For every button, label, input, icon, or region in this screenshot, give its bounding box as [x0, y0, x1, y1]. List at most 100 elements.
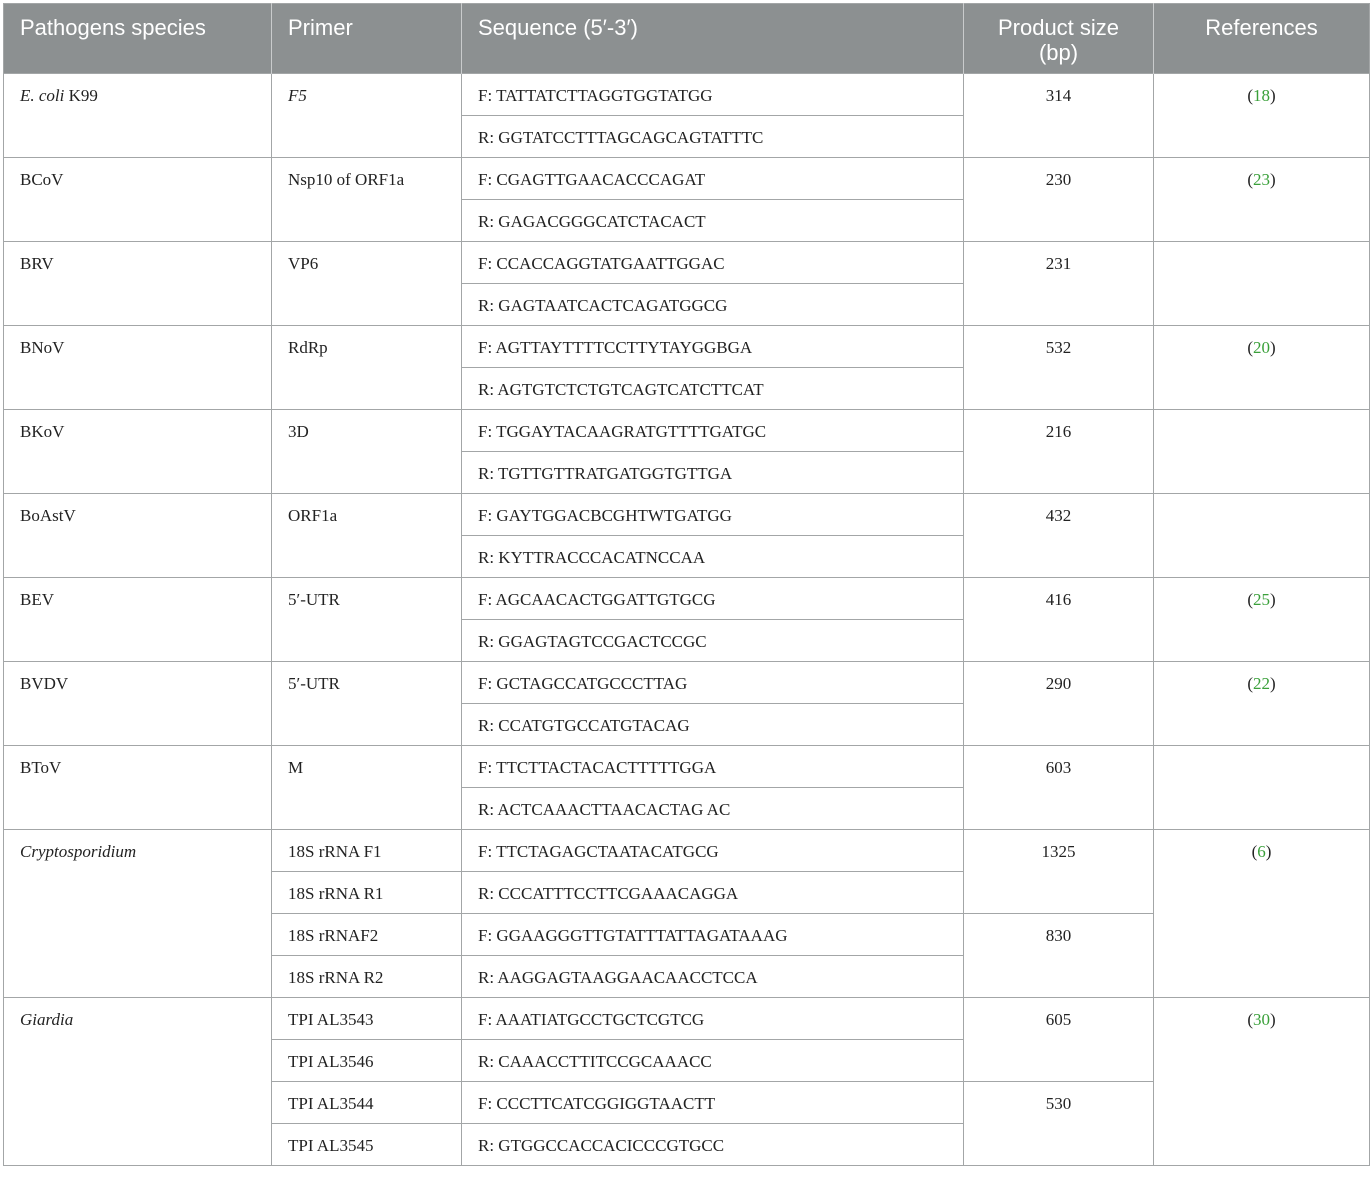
sequence-cell: R: KYTTRACCCACATNCCAA [461, 535, 964, 578]
sequence-cell: F: GAYTGGACBCGHTWTGATGG [461, 493, 964, 536]
reference-link[interactable]: 18 [1253, 86, 1270, 105]
sequence-cell: F: CCCTTCATCGGIGGTAACTT [461, 1081, 964, 1124]
product-size-cell: 432 [963, 493, 1154, 578]
primer-cell: M [271, 745, 462, 830]
primer-cell: VP6 [271, 241, 462, 326]
product-size-cell: 603 [963, 745, 1154, 830]
product-size-cell: 230 [963, 157, 1154, 242]
table-row: BEV 5′-UTR F: AGCAACACTGGATTGTGCG 416 (25) [3, 577, 1370, 662]
sequence-cell: R: GTGGCCACCACICCCGTGCC [461, 1123, 964, 1166]
reference-cell: (23) [1153, 157, 1370, 242]
primer-cell: 18S rRNA R2 [271, 955, 462, 998]
product-size-cell: 1325 [963, 829, 1154, 914]
reference-link[interactable]: 6 [1257, 842, 1266, 861]
sequence-cell: R: GGAGTAGTCCGACTCCGC [461, 619, 964, 662]
header-sequence: Sequence (5′-3′) [461, 3, 964, 74]
species-name: BCoV [20, 170, 64, 189]
primer-cell: TPI AL3545 [271, 1123, 462, 1166]
sequence-cell: R: AAGGAGTAAGGAACAACCTCCA [461, 955, 964, 998]
reference-cell [1153, 409, 1370, 494]
reference-cell [1153, 745, 1370, 830]
table-row: Giardia TPI AL3543 F: AAATIATGCCTGCTCGTCG 6… [3, 997, 1370, 1166]
species-name: Giardia [20, 1010, 74, 1029]
species-cell: BCoV [3, 157, 272, 242]
sequence-cell: R: TGTTGTTRATGATGGTGTTGA [461, 451, 964, 494]
table-row: E. coli K99 F5 F: TATTATCTTAGGTGGTATGG 314(… [3, 73, 1370, 158]
product-size-cell: 532 [963, 325, 1154, 410]
species-cell: BKoV [3, 409, 272, 494]
sequence-cell: F: TGGAYTACAAGRATGTTTTGATGC [461, 409, 964, 452]
sequence-cell: F: TTCTTACTACACTTTTTGGA [461, 745, 964, 788]
reference-link[interactable]: 23 [1253, 170, 1270, 189]
sequence-cell: F: CGAGTTGAACACCCAGAT [461, 157, 964, 200]
reference-cell [1153, 493, 1370, 578]
primer-cell: 5′-UTR [271, 577, 462, 662]
table-row: BNoV RdRp F: AGTTAYTTTTCCTTYTAYGGBGA 532 (20… [3, 325, 1370, 410]
primer-name: VP6 [288, 254, 319, 273]
primer-cell: 18S rRNAF2 [271, 913, 462, 956]
species-name: BRV [20, 254, 54, 273]
product-size-cell: 290 [963, 661, 1154, 746]
sequence-cell: F: GGAAGGGTTGTATTTATTAGATAAAG [461, 913, 964, 956]
primer-name: TPI AL3545 [288, 1136, 374, 1155]
primer-cell: F5 [271, 73, 462, 158]
species-name: BoAstV [20, 506, 76, 525]
primer-name: 5′-UTR [288, 590, 340, 609]
primer-name: F5 [288, 86, 307, 105]
species-name: BVDV [20, 674, 69, 693]
header-product-size: Product size (bp) [963, 3, 1154, 74]
primer-name: 3D [288, 422, 309, 441]
product-size-cell: 605 [963, 997, 1154, 1082]
sequence-cell: F: GCTAGCCATGCCCTTAG [461, 661, 964, 704]
header-primer: Primer [271, 3, 462, 74]
primer-name: M [288, 758, 304, 777]
sequence-cell: F: AGCAACACTGGATTGTGCG [461, 577, 964, 620]
primer-cell: TPI AL3544 [271, 1081, 462, 1124]
reference-cell: (18) [1153, 73, 1370, 158]
sequence-cell: F: CCACCAGGTATGAATTGGAC [461, 241, 964, 284]
primer-name: 5′-UTR [288, 674, 340, 693]
sequence-cell: R: CCATGTGCCATGTACAG [461, 703, 964, 746]
species-cell: BToV [3, 745, 272, 830]
table-row: BCoV Nsp10 of ORF1a F: CGAGTTGAACACCCAGAT 2… [3, 157, 1370, 242]
primer-cell: TPI AL3543 [271, 997, 462, 1040]
reference-link[interactable]: 30 [1253, 1010, 1270, 1029]
sequence-cell: R: GGTATCCTTTAGCAGCAGTATTTC [461, 115, 964, 158]
reference-cell: (22) [1153, 661, 1370, 746]
primer-name: ORF1a [288, 506, 338, 525]
primer-cell: 18S rRNA R1 [271, 871, 462, 914]
header-references: References [1153, 3, 1370, 74]
sequence-cell: F: TTCTAGAGCTAATACATGCG [461, 829, 964, 872]
reference-cell: (6) [1153, 829, 1370, 998]
reference-cell: (20) [1153, 325, 1370, 410]
sequence-cell: R: CCCATTTCCTTCGAAACAGGA [461, 871, 964, 914]
reference-link[interactable]: 20 [1253, 338, 1270, 357]
table-row: BToV M F: TTCTTACTACACTTTTTGGA 603 [3, 745, 1370, 830]
product-size-cell: 314 [963, 73, 1154, 158]
primer-name: TPI AL3543 [288, 1010, 374, 1029]
primer-cell: 5′-UTR [271, 661, 462, 746]
species-name: Cryptosporidium [20, 842, 137, 861]
reference-link[interactable]: 25 [1253, 590, 1270, 609]
species-name: BKoV [20, 422, 65, 441]
table-row: BoAstV ORF1a F: GAYTGGACBCGHTWTGATGG 432 [3, 493, 1370, 578]
primer-cell: TPI AL3546 [271, 1039, 462, 1082]
reference-cell: (30) [1153, 997, 1370, 1166]
sequence-cell: F: AGTTAYTTTTCCTTYTAYGGBGA [461, 325, 964, 368]
sequence-cell: R: GAGACGGGCATCTACACT [461, 199, 964, 242]
primer-table: Pathogens species Primer Sequence (5′-3′… [3, 3, 1370, 1166]
product-size-cell: 231 [963, 241, 1154, 326]
primer-cell: ORF1a [271, 493, 462, 578]
primer-name: TPI AL3546 [288, 1052, 374, 1071]
reference-link[interactable]: 22 [1253, 674, 1270, 693]
primer-cell: RdRp [271, 325, 462, 410]
primer-cell: 18S rRNA F1 [271, 829, 462, 872]
sequence-cell: R: CAAACCTTITCCGCAAACC [461, 1039, 964, 1082]
species-strain: K99 [64, 86, 98, 105]
primer-name: Nsp10 of ORF1a [288, 170, 405, 189]
table-row: BVDV 5′-UTR F: GCTAGCCATGCCCTTAG 290 (22) [3, 661, 1370, 746]
product-size-cell: 216 [963, 409, 1154, 494]
species-cell: BVDV [3, 661, 272, 746]
product-size-cell: 530 [963, 1081, 1154, 1166]
species-name: BEV [20, 590, 54, 609]
